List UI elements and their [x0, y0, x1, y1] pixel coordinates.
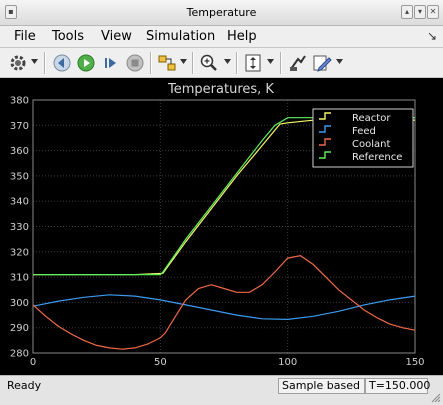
menu-simulation[interactable]: Simulation: [146, 29, 215, 44]
edit-icon[interactable]: [312, 53, 332, 73]
toolbar-separator: [192, 52, 194, 74]
step-back-icon[interactable]: [52, 53, 72, 73]
dock-arrow-icon[interactable]: ↘: [427, 29, 437, 43]
temperature-chart[interactable]: 0 50 100 150 280 290 300 310 320 330 340 350 360 370 3…: [0, 78, 443, 375]
toolbar-separator: [236, 52, 238, 74]
plot-area[interactable]: 0 50 100 150 280 290 300 310 320 330 340 350 360 370 3…: [0, 78, 443, 375]
y-tick-label: 280: [10, 349, 29, 360]
y-tick-label: 360: [10, 146, 29, 157]
y-tick-label: 300: [10, 298, 29, 309]
title-bar: Temperature ▪ ▴ ▾ ✕: [0, 0, 443, 26]
close-button[interactable]: ✕: [427, 5, 439, 19]
minimize-button[interactable]: ▴: [401, 5, 413, 19]
x-tick-label: 100: [278, 357, 297, 368]
status-mode: Sample based: [278, 378, 365, 394]
y-tick-label: 320: [10, 247, 29, 258]
y-tick-label: 290: [10, 323, 29, 334]
legend-label: Coolant: [352, 139, 390, 150]
edit-dropdown-icon[interactable]: [336, 59, 343, 65]
window-title: Temperature: [186, 6, 257, 19]
status-time: T=150.000: [365, 378, 430, 394]
status-bar: Ready Sample based T=150.000: [0, 375, 443, 405]
restore-icon[interactable]: [288, 53, 308, 73]
toolbar: [0, 48, 443, 78]
y-tick-label: 370: [10, 121, 29, 132]
autoscale-icon[interactable]: [243, 53, 263, 73]
toolbar-separator: [44, 52, 46, 74]
zoom-dropdown-icon[interactable]: [224, 59, 231, 65]
chart-title: Temperatures, K: [167, 82, 274, 97]
y-tick-label: 350: [10, 171, 29, 182]
legend-label: Reference: [352, 152, 402, 163]
legend-label: Feed: [352, 126, 376, 137]
x-tick-label: 0: [30, 357, 36, 368]
scope-window: Temperature ▪ ▴ ▾ ✕ File Tools View Simu…: [0, 0, 443, 405]
window-menu-button[interactable]: ▪: [5, 5, 17, 19]
toolbar-separator: [150, 52, 152, 74]
autoscale-dropdown-icon[interactable]: [267, 59, 274, 65]
step-forward-icon[interactable]: [101, 53, 121, 73]
legend[interactable]: Reactor Feed Coolant Reference: [312, 108, 414, 168]
highlight-block-icon[interactable]: [157, 53, 177, 73]
status-ready: Ready: [7, 379, 42, 392]
menu-tools[interactable]: Tools: [52, 29, 84, 44]
x-tick-label: 150: [405, 357, 424, 368]
y-tick-label: 340: [10, 197, 29, 208]
toolbar-separator: [280, 52, 282, 74]
gear-dropdown-icon[interactable]: [31, 59, 38, 65]
menu-file[interactable]: File: [14, 29, 36, 44]
menu-view[interactable]: View: [101, 29, 132, 44]
y-tick-label: 310: [10, 273, 29, 284]
y-tick-label: 330: [10, 222, 29, 233]
y-tick-label: 380: [10, 96, 29, 107]
menu-help[interactable]: Help: [227, 29, 257, 44]
resize-grip-icon[interactable]: [431, 393, 441, 403]
run-icon[interactable]: [76, 53, 96, 73]
stop-icon[interactable]: [125, 53, 145, 73]
gear-icon[interactable]: [8, 53, 28, 73]
highlight-dropdown-icon[interactable]: [180, 59, 187, 65]
zoom-in-icon[interactable]: [199, 53, 219, 73]
x-tick-label: 50: [154, 357, 167, 368]
series-line-feed: [32, 294, 416, 321]
menu-bar: File Tools View Simulation Help ↘: [0, 26, 443, 48]
maximize-button[interactable]: ▾: [414, 5, 426, 19]
legend-label: Reactor: [352, 113, 391, 124]
